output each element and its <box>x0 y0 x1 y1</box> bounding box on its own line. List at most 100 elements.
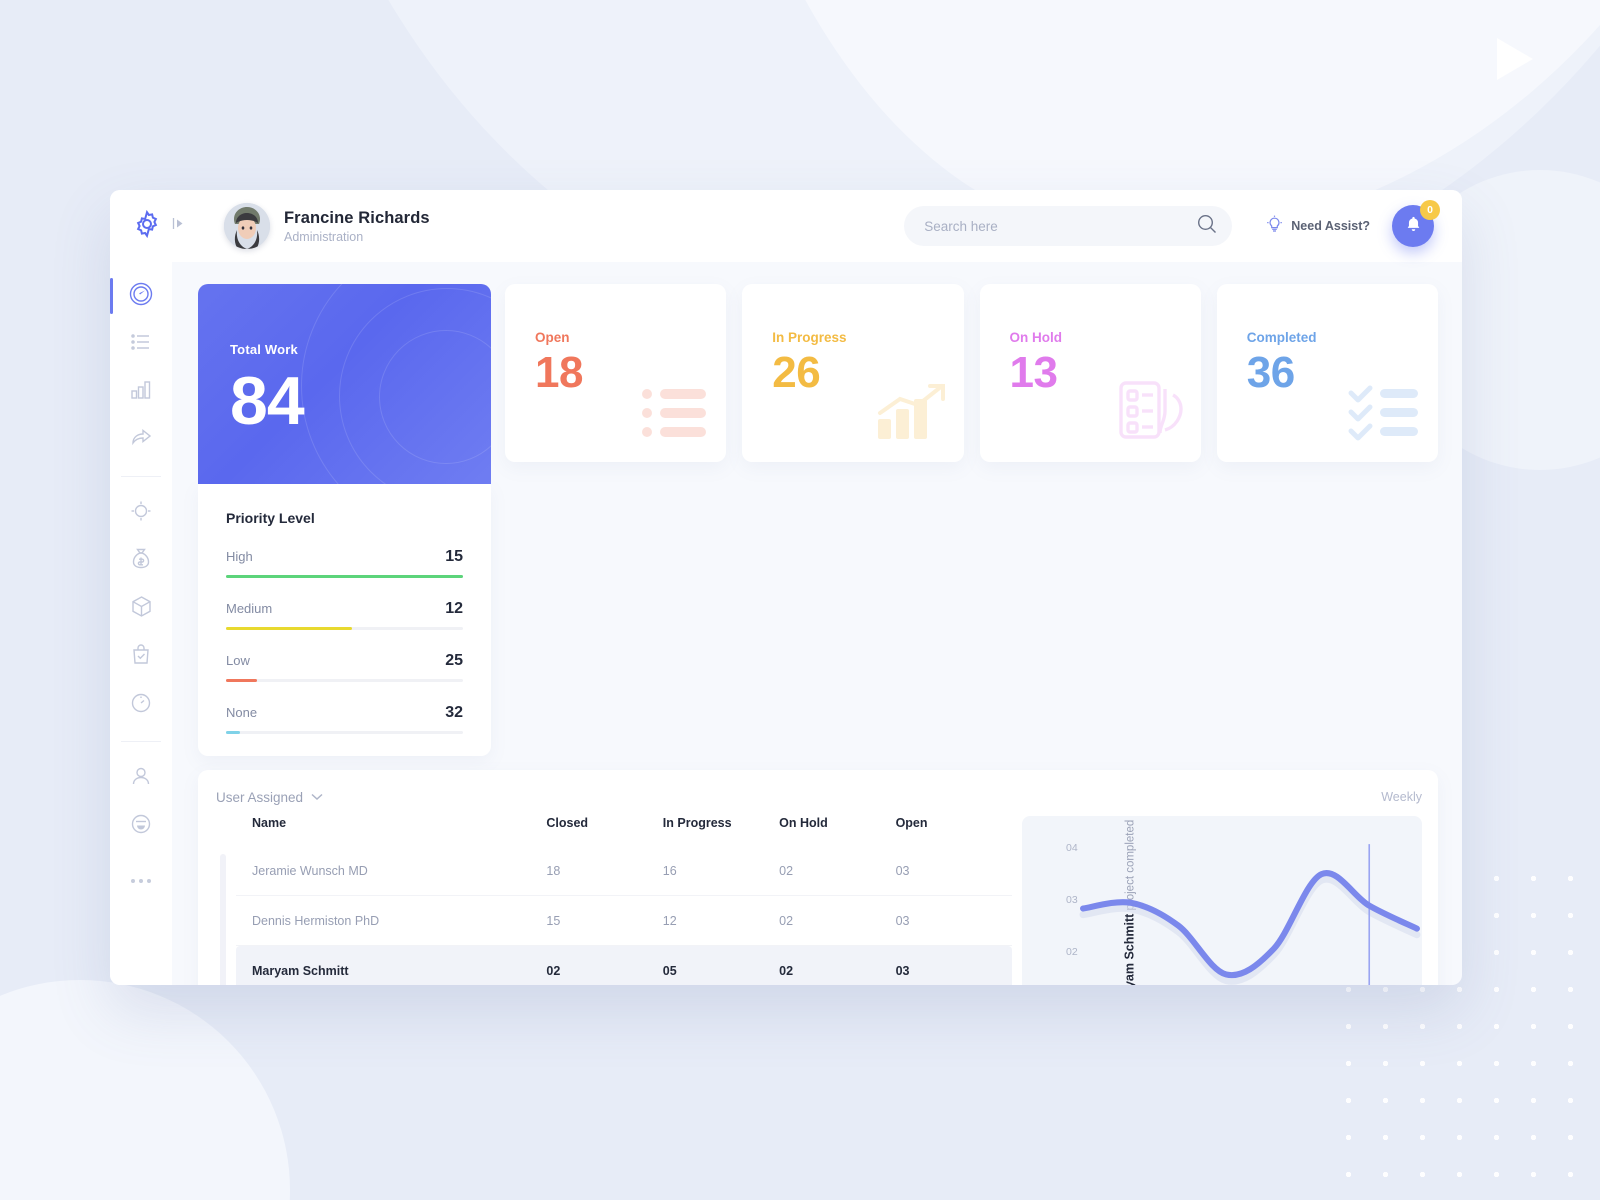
bar-chart-icon <box>130 378 153 406</box>
dashboard-window: Francine Richards Administration Search … <box>110 190 1462 985</box>
sidebar-item-profile[interactable] <box>116 756 166 800</box>
table-row[interactable]: Jeramie Wunsch MD 18 16 02 03 <box>236 846 1012 896</box>
avatar <box>224 203 270 249</box>
stat-label: Open <box>535 330 570 345</box>
sidebar-item-packages[interactable] <box>116 587 166 631</box>
priority-label: Low <box>226 653 250 668</box>
chart-tick: 03 <box>1066 894 1078 907</box>
cell-closed: 02 <box>546 945 663 985</box>
cell-in-progress: 12 <box>662 895 780 947</box>
cell-on-hold: 02 <box>779 895 896 947</box>
cell-open: 03 <box>895 945 1012 985</box>
more-dots-icon <box>131 879 151 883</box>
user-assigned-dropdown[interactable]: User Assigned <box>216 788 323 806</box>
summary-row: Total Work 84 Priority Level High 15 Med… <box>198 284 1438 756</box>
project-completed-chart: Maryam Schmitt project completed 04 03 0… <box>1022 816 1422 985</box>
priority-label: None <box>226 705 258 720</box>
sidebar <box>110 262 172 985</box>
priority-track <box>226 627 463 630</box>
table-scrollbar[interactable] <box>220 854 226 985</box>
need-assist-button[interactable]: Need Assist? <box>1266 215 1370 238</box>
speedometer-icon <box>128 281 154 312</box>
stat-card-in-progress[interactable]: In Progress 26 <box>742 284 964 462</box>
search-icon[interactable] <box>1196 213 1218 240</box>
play-triangle-icon <box>1497 38 1533 80</box>
search-box[interactable] <box>904 206 1233 246</box>
stat-card-completed[interactable]: Completed 36 <box>1216 284 1438 462</box>
stat-label: Completed <box>1246 330 1317 345</box>
cell-closed: 15 <box>546 895 663 947</box>
sidebar-item-orders[interactable] <box>116 635 166 679</box>
sidebar-item-tasks[interactable] <box>116 322 166 366</box>
chart-tick: 02 <box>1066 946 1078 959</box>
column-header-on-hold: On Hold <box>779 816 828 830</box>
share-arrow-icon <box>130 426 153 454</box>
priority-track <box>226 679 463 682</box>
priority-fill <box>226 731 241 734</box>
notifications[interactable]: 0 <box>1392 200 1440 247</box>
table-header-row: Name Closed In Progress On Hold Open <box>236 816 1012 846</box>
scrollbar-track <box>220 854 226 985</box>
background-circle-left <box>0 980 290 1200</box>
collapse-sidebar-icon[interactable] <box>172 216 185 236</box>
panel-body: Name Closed In Progress On Hold Open Jer… <box>216 816 1422 985</box>
table-row-selected[interactable]: Maryam Schmitt 02 05 02 03 <box>236 945 1012 985</box>
top-bar: Francine Richards Administration Search … <box>110 190 1462 262</box>
priority-label: Medium <box>226 601 273 616</box>
cell-closed: 18 <box>546 846 663 896</box>
stat-label: On Hold <box>1009 330 1063 345</box>
sidebar-item-reports[interactable] <box>116 370 166 414</box>
column-header-name: Name <box>252 816 287 830</box>
user-icon <box>130 765 152 792</box>
checklist-art-icon <box>1348 385 1422 446</box>
left-column: Total Work 84 Priority Level High 15 Med… <box>198 284 491 756</box>
panel-header: User Assigned Weekly <box>216 788 1422 806</box>
column-header-in-progress: In Progress <box>662 816 732 830</box>
user-assigned-table: Name Closed In Progress On Hold Open Jer… <box>236 816 1012 985</box>
stat-cards: Open 18 In Progress 26 On Hold 13 Comple… <box>505 284 1438 462</box>
priority-track <box>226 731 463 734</box>
priority-row-none: None 32 <box>226 704 463 734</box>
main-content: Total Work 84 Priority Level High 15 Med… <box>172 262 1462 985</box>
app-body: Total Work 84 Priority Level High 15 Med… <box>110 262 1462 985</box>
sidebar-item-more[interactable] <box>116 852 166 896</box>
cell-in-progress: 16 <box>662 846 780 896</box>
priority-track <box>226 575 463 578</box>
search-input[interactable] <box>924 218 1197 234</box>
table-row[interactable]: Dennis Hermiston PhD 15 12 02 03 <box>236 895 1012 947</box>
priority-fill <box>226 575 463 578</box>
cube-icon <box>130 595 153 623</box>
priority-fill <box>226 627 352 630</box>
priority-value: 25 <box>445 652 463 669</box>
sidebar-item-info[interactable] <box>116 683 166 727</box>
user-profile[interactable]: Francine Richards Administration <box>224 203 430 249</box>
bell-icon <box>1404 215 1423 237</box>
priority-fill <box>226 679 257 682</box>
sidebar-divider <box>121 476 161 477</box>
cell-name: Jeramie Wunsch MD <box>236 846 547 896</box>
gear-icon[interactable] <box>132 209 162 244</box>
priority-label: High <box>226 549 253 564</box>
money-bag-icon <box>130 547 152 575</box>
smiley-icon <box>130 813 152 840</box>
cell-open: 03 <box>895 846 1012 896</box>
sidebar-item-targets[interactable] <box>116 491 166 535</box>
stat-label: In Progress <box>772 330 847 345</box>
period-selector[interactable]: Weekly <box>1381 790 1422 804</box>
stat-card-on-hold[interactable]: On Hold 13 <box>979 284 1201 462</box>
total-work-card: Total Work 84 <box>198 284 491 484</box>
growth-chart-art-icon <box>874 383 948 446</box>
sidebar-item-finance[interactable] <box>116 539 166 583</box>
user-name: Francine Richards <box>284 208 430 227</box>
details-row: User Assigned Weekly Name Closed In Prog… <box>198 770 1438 985</box>
priority-row-high: High 15 <box>226 548 463 578</box>
sidebar-item-share[interactable] <box>116 418 166 462</box>
sidebar-item-dashboard[interactable] <box>110 268 172 324</box>
gauge-info-icon <box>130 692 152 719</box>
sidebar-item-feedback[interactable] <box>116 804 166 848</box>
target-icon <box>130 500 152 527</box>
stat-card-open[interactable]: Open 18 <box>505 284 727 462</box>
settings-area <box>132 209 202 244</box>
cell-on-hold: 02 <box>779 846 896 896</box>
priority-level-title: Priority Level <box>226 510 315 526</box>
